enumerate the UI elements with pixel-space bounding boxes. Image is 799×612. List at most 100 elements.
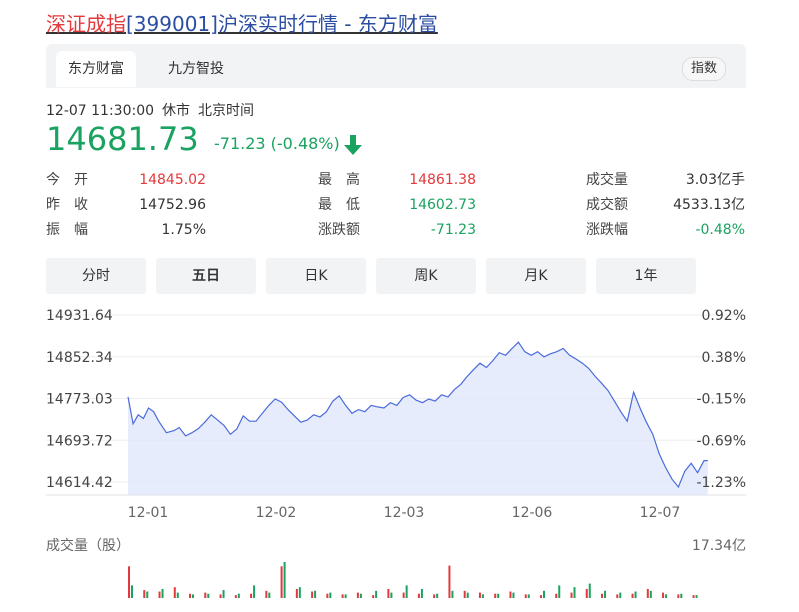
volume-bar (372, 595, 375, 598)
y-tick-label-pct: -0.69% (696, 433, 746, 449)
stat-label: 涨跌额 (318, 222, 360, 238)
period-tab[interactable]: 1年 (596, 258, 696, 294)
stat-label: 成交量 (586, 172, 628, 188)
x-tick-label: 12-01 (128, 505, 169, 521)
volume-bar (677, 594, 680, 598)
x-axis-labels: 12-01 12-02 12-03 12-06 12-07 (128, 505, 681, 521)
period-tab[interactable]: 月K (486, 258, 586, 294)
volume-bar (146, 591, 149, 598)
volume-bar (417, 593, 420, 598)
stat-value: -0.48% (695, 222, 745, 238)
stat-value: 14602.73 (409, 197, 476, 213)
volume-bar (192, 594, 195, 598)
stat-label: 振 幅 (46, 222, 88, 238)
volume-bar (295, 589, 298, 598)
volume-bar (604, 590, 607, 598)
volume-max-label: 17.34亿 (692, 538, 746, 554)
volume-bar (219, 594, 222, 598)
volume-bar (695, 595, 698, 598)
tab-jiufang[interactable]: 九方智投 (156, 51, 236, 87)
volume-bar (387, 589, 390, 598)
volume-bar (451, 590, 454, 598)
volume-bar (619, 592, 622, 598)
volume-bar (420, 589, 423, 598)
x-tick-label: 12-07 (640, 505, 681, 521)
price-area-fill (128, 342, 708, 495)
x-tick-label: 12-03 (384, 505, 425, 521)
volume-bar (326, 593, 329, 598)
volume-bar (631, 593, 634, 598)
quote-datetime: 12-07 11:30:00 (46, 103, 155, 119)
y-tick-label-pct: -0.15% (696, 392, 746, 408)
volume-bar (128, 566, 130, 598)
volume-bar (143, 590, 146, 598)
volume-bar (222, 590, 225, 598)
market-status: 休市 (162, 103, 191, 119)
volume-bar (573, 587, 576, 598)
volume-bar (649, 590, 652, 598)
volume-bar (356, 592, 359, 598)
volume-bar (268, 592, 271, 598)
index-badge[interactable]: 指数 (681, 57, 726, 81)
volume-bar (375, 590, 378, 598)
volume-bar (588, 583, 591, 598)
volume-bar (234, 595, 237, 598)
stat-value: 3.03亿手 (685, 172, 745, 188)
volume-bar (570, 592, 573, 598)
volume-bar (173, 587, 176, 598)
period-tab[interactable]: 五日 (156, 258, 256, 294)
volume-bar (341, 594, 344, 598)
volume-bar (478, 592, 481, 598)
volume-bar (662, 592, 665, 598)
tab-eastmoney[interactable]: 东方财富 (56, 51, 136, 87)
volume-bar (542, 590, 545, 598)
volume-bar (665, 594, 668, 598)
volume-bar (405, 585, 408, 598)
volume-bar (555, 593, 558, 598)
volume-bar (601, 593, 604, 598)
index-name-link[interactable]: 深证成指 (46, 12, 126, 36)
volume-bar (463, 590, 466, 598)
volume-bar (237, 593, 240, 598)
volume-bar (527, 594, 530, 598)
volume-bar (250, 593, 253, 598)
y-tick-label: 14852.34 (46, 350, 113, 366)
y-tick-label: 14931.64 (46, 308, 113, 324)
volume-bar (539, 595, 542, 598)
volume-bar (433, 594, 436, 598)
volume-title: 成交量（股） (46, 537, 130, 554)
volume-bar (314, 590, 317, 598)
volume-bar (481, 594, 484, 598)
page-title-rest[interactable]: [399001]沪深实时行情 - 东方财富 (126, 12, 438, 36)
volume-bar (585, 589, 588, 598)
price-change: -71.23 (-0.48%) (214, 134, 340, 153)
stat-value: 14861.38 (409, 172, 476, 188)
volume-bar (509, 591, 512, 598)
y-tick-label: 14614.42 (46, 475, 113, 491)
chart-grid (46, 314, 746, 496)
page-title[interactable]: 深证成指[399001]沪深实时行情 - 东方财富 (46, 8, 438, 37)
period-tab[interactable]: 日K (266, 258, 366, 294)
y-tick-label-pct: -1.23% (696, 475, 746, 491)
down-arrow-icon (344, 135, 362, 155)
volume-bar (298, 587, 301, 598)
stat-label: 今 开 (46, 172, 88, 188)
volume-bar (176, 592, 179, 598)
period-tab[interactable]: 周K (376, 258, 476, 294)
x-tick-label: 12-06 (512, 505, 553, 521)
volume-bar (189, 593, 192, 598)
y-tick-label-pct: 0.92% (702, 308, 746, 324)
volume-bars (128, 562, 698, 598)
period-tab[interactable]: 分时 (46, 258, 146, 294)
volume-bar (329, 592, 332, 598)
stat-label: 涨跌幅 (586, 222, 628, 238)
stat-value: -71.23 (430, 222, 476, 238)
volume-bar (265, 590, 268, 598)
volume-bar (680, 593, 683, 598)
volume-bar (359, 593, 362, 598)
stat-label: 成交额 (586, 197, 628, 213)
stat-label: 最 低 (318, 197, 360, 213)
volume-bar (494, 593, 497, 598)
volume-bar (524, 594, 527, 598)
period-tabs: 分时 五日 日K 周K 月K 1年 (46, 258, 746, 296)
